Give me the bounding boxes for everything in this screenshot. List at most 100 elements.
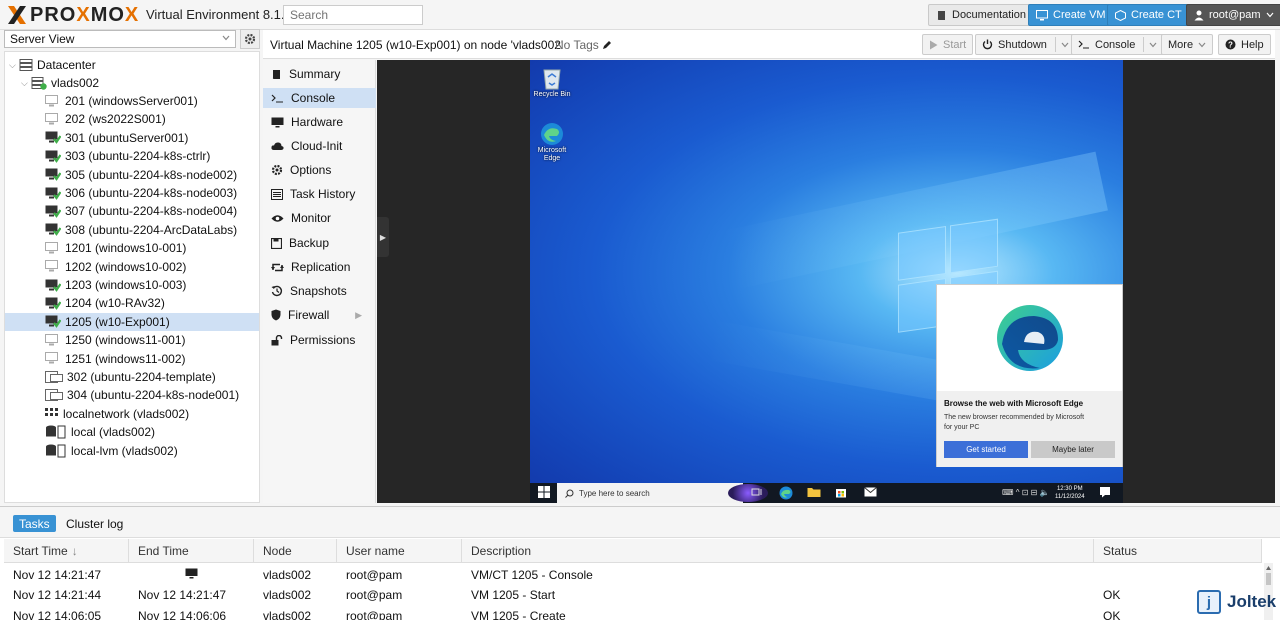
start-button[interactable]: Start bbox=[922, 34, 974, 55]
vm-menu-item[interactable]: Monitor bbox=[263, 208, 376, 228]
column-header[interactable]: Node bbox=[254, 539, 337, 563]
column-header[interactable]: Description bbox=[462, 539, 1094, 563]
table-row[interactable]: Nov 12 14:21:47 vlads002 root@pam VM/CT 120… bbox=[4, 564, 1262, 585]
documentation-button[interactable]: Documentation bbox=[928, 4, 1034, 26]
notification-icon[interactable] bbox=[1099, 486, 1113, 500]
column-header[interactable]: End Time bbox=[129, 539, 254, 563]
tree-item[interactable]: 307 (ubuntu-2204-k8s-node004) bbox=[5, 202, 259, 220]
table-cell-user: root@pam bbox=[346, 608, 403, 620]
chevron-down-icon[interactable] bbox=[1061, 42, 1069, 48]
mail-icon[interactable] bbox=[864, 486, 878, 500]
tab-cluster-log[interactable]: Cluster log bbox=[60, 515, 129, 532]
user-menu-button[interactable]: root@pam bbox=[1186, 4, 1280, 26]
vm-menu-label: Options bbox=[290, 163, 332, 177]
chevron-down-icon[interactable] bbox=[1149, 42, 1157, 48]
column-header[interactable]: User name bbox=[337, 539, 462, 563]
tree-item-label: 1250 (windows11-001) bbox=[65, 333, 186, 348]
vm-menu-item[interactable]: Replication bbox=[263, 257, 376, 277]
vm-menu-label: Summary bbox=[289, 67, 341, 81]
tree-item[interactable]: 305 (ubuntu-2204-k8s-node002) bbox=[5, 166, 259, 184]
vm-stopped-icon bbox=[45, 94, 61, 108]
vm-menu-item[interactable]: Hardware bbox=[263, 112, 376, 132]
taskbar-clock[interactable]: 12:30 PM 11/12/2024 bbox=[1055, 485, 1085, 501]
tree-item[interactable]: 1203 (windows10-003) bbox=[5, 276, 259, 294]
expand-toggle-icon[interactable]: ⌵ bbox=[21, 78, 31, 89]
tags-editor[interactable]: No Tags bbox=[555, 38, 612, 52]
tab-tasks[interactable]: Tasks bbox=[13, 515, 56, 532]
vm-menu-item[interactable]: Backup bbox=[263, 233, 376, 253]
tree-item[interactable]: 202 (ws2022S001) bbox=[5, 110, 259, 128]
search-input[interactable] bbox=[283, 5, 423, 25]
help-label: Help bbox=[1241, 38, 1264, 51]
tree-datacenter[interactable]: ⌵ Datacenter bbox=[5, 56, 259, 74]
content-header: Virtual Machine 1205 (w10-Exp001) on nod… bbox=[263, 30, 1275, 59]
tree-item[interactable]: 301 (ubuntuServer001) bbox=[5, 129, 259, 147]
column-header[interactable]: Status bbox=[1094, 539, 1262, 563]
sort-descending-icon: ↓ bbox=[71, 544, 78, 558]
edge-desktop-icon[interactable]: Microsoft Edge bbox=[532, 122, 572, 163]
more-button[interactable]: More bbox=[1161, 34, 1214, 55]
tree-item[interactable]: 303 (ubuntu-2204-k8s-ctrlr) bbox=[5, 147, 259, 165]
console-button[interactable]: Console bbox=[1071, 34, 1165, 55]
edge-taskbar-icon[interactable] bbox=[779, 486, 793, 500]
vm-menu-item[interactable]: Firewall ▶ bbox=[263, 305, 376, 325]
tree-item[interactable]: 1251 (windows11-002) bbox=[5, 350, 259, 368]
vm-menu-item[interactable]: Console bbox=[263, 88, 376, 108]
network-grid-icon bbox=[45, 407, 59, 420]
table-cell-node: vlads002 bbox=[263, 588, 312, 602]
tree-item[interactable]: 308 (ubuntu-2204-ArcDataLabs) bbox=[5, 221, 259, 239]
tasks-panel: Tasks Cluster log Start Time ↓ End Time Nod… bbox=[0, 506, 1280, 620]
vm-menu-item[interactable]: Permissions bbox=[263, 330, 376, 350]
maybe-later-button[interactable]: Maybe later bbox=[1031, 441, 1115, 458]
tree-item[interactable]: 201 (windowsServer001) bbox=[5, 92, 259, 110]
vm-running-icon bbox=[45, 279, 61, 292]
tree-item[interactable]: localnetwork (vlads002) bbox=[5, 405, 259, 423]
tree-item[interactable]: 1201 (windows10-001) bbox=[5, 239, 259, 257]
help-button[interactable]: ? Help bbox=[1218, 34, 1271, 55]
tree-item-label: 1203 (windows10-003) bbox=[65, 278, 187, 292]
tree-item[interactable]: local-lvm (vlads002) bbox=[5, 442, 259, 460]
task-view-icon[interactable] bbox=[751, 486, 765, 500]
table-row[interactable]: Nov 12 14:06:05 Nov 12 14:06:06 vlads002 ro… bbox=[4, 605, 1262, 620]
pencil-icon[interactable] bbox=[602, 40, 612, 50]
column-header[interactable]: Start Time ↓ bbox=[4, 539, 129, 563]
tree-item[interactable]: 1204 (w10-RAv32) bbox=[5, 294, 259, 312]
user-label: root@pam bbox=[1209, 9, 1261, 21]
taskbar-search-box[interactable]: Type here to search bbox=[557, 483, 768, 503]
vm-menu-item[interactable]: Snapshots bbox=[263, 281, 376, 301]
table-row[interactable]: Nov 12 14:21:44 Nov 12 14:21:47 vlads002 ro… bbox=[4, 585, 1262, 606]
shutdown-button[interactable]: Shutdown bbox=[975, 34, 1076, 55]
vm-menu-item[interactable]: Task History bbox=[263, 184, 376, 204]
vm-menu-item[interactable]: Summary bbox=[263, 64, 376, 84]
terminal-icon bbox=[271, 94, 284, 103]
windows-start-icon[interactable] bbox=[538, 486, 552, 500]
column-header-label: Status bbox=[1103, 544, 1138, 558]
console-sidebar-toggle[interactable]: ▶ bbox=[377, 217, 389, 257]
tree-item[interactable]: 1250 (windows11-001) bbox=[5, 331, 259, 349]
tree-item[interactable]: 1205 (w10-Exp001) bbox=[5, 312, 259, 331]
create-vm-button[interactable]: Create VM bbox=[1028, 4, 1114, 26]
tags-label: No Tags bbox=[555, 38, 599, 52]
documentation-label: Documentation bbox=[952, 9, 1026, 21]
store-icon[interactable] bbox=[835, 486, 849, 500]
create-ct-button[interactable]: Create CT bbox=[1107, 4, 1190, 26]
vm-menu-item[interactable]: Cloud-Init bbox=[263, 136, 376, 156]
logo-text: PROXMOX bbox=[30, 3, 140, 26]
server-view-select[interactable]: Server View bbox=[4, 30, 236, 48]
recycle-bin-desktop-icon[interactable]: Recycle Bin bbox=[532, 66, 572, 99]
tree-node-vlads002[interactable]: ⌵ vlads002 bbox=[5, 74, 259, 92]
server-view-settings-button[interactable] bbox=[240, 29, 260, 49]
recycle-bin-icon bbox=[543, 69, 561, 90]
tree-item[interactable]: 302 (ubuntu-2204-template) bbox=[5, 368, 259, 386]
get-started-button[interactable]: Get started bbox=[944, 441, 1028, 458]
tree-item[interactable]: local (vlads002) bbox=[5, 423, 259, 441]
tree-item[interactable]: 1202 (windows10-002) bbox=[5, 258, 259, 276]
system-tray[interactable]: ⌨ ^ ⊡ ⊟ 🔈 bbox=[1002, 488, 1050, 497]
tree-item[interactable]: 304 (ubuntu-2204-k8s-node001) bbox=[5, 386, 259, 404]
file-explorer-icon[interactable] bbox=[807, 486, 821, 500]
tree-item[interactable]: 306 (ubuntu-2204-k8s-node003) bbox=[5, 184, 259, 202]
edge-popup-body: Browse the web with Microsoft Edge The n… bbox=[937, 391, 1122, 467]
expand-toggle-icon[interactable]: ⌵ bbox=[9, 60, 19, 71]
vm-menu-item[interactable]: Options bbox=[263, 160, 376, 180]
cloud-icon bbox=[271, 141, 284, 151]
